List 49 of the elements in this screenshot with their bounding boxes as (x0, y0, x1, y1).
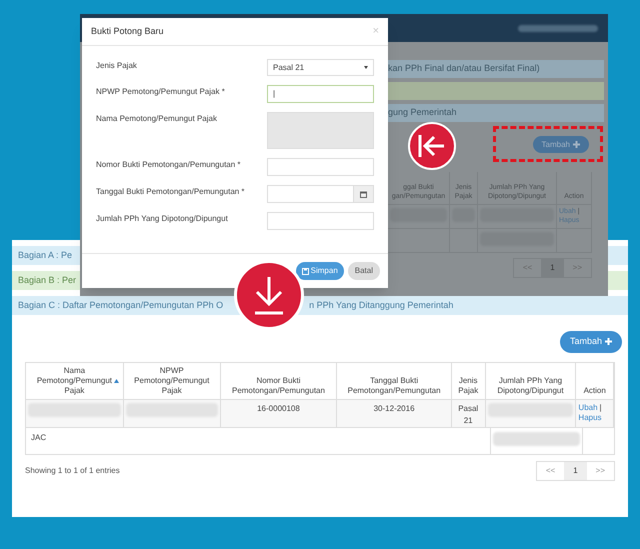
page-button[interactable]: >> (586, 462, 614, 480)
dialog-title: Bukti Potong Baru (91, 24, 164, 38)
section-title: Bagian A : Pe (18, 248, 72, 262)
page-button[interactable]: << (514, 259, 542, 277)
add-button[interactable]: Tambah (532, 136, 589, 153)
input-field[interactable]: | (267, 85, 374, 103)
calendar-button[interactable] (353, 186, 373, 202)
cell-text: 30-12-2016 (374, 402, 415, 414)
delete-link[interactable]: Hapus (578, 412, 602, 422)
add-button[interactable]: Tambah (560, 331, 622, 352)
field-label: Nomor Bukti Pemotongan/Pemungutan * (96, 159, 241, 171)
date-field[interactable] (267, 185, 374, 203)
plus-icon (573, 141, 580, 148)
section-title: n PPh Yang Ditanggung Pemerintah (309, 298, 454, 312)
tax-type-select[interactable]: Pasal 21 (267, 59, 374, 76)
field-label: Nama Pemotong/Pemungut Pajak (96, 113, 217, 125)
section-title: Bagian B : Per (18, 274, 76, 287)
page-button[interactable]: << (536, 462, 564, 480)
field-label: Jenis Pajak (96, 60, 137, 72)
input-field[interactable] (267, 212, 374, 230)
save-button[interactable]: Simpan (296, 262, 344, 280)
section-title: Bagian C : Daftar Pemotongan/Pemungutan PPh O (18, 298, 224, 312)
cancel-button[interactable]: Batal (348, 262, 380, 280)
column-header[interactable]: Nama Pemotong/Pemungut Pajak (26, 362, 124, 398)
column-header[interactable]: NPWP Pemotong/Pemungut Pajak (124, 362, 221, 398)
field-label: Jumlah PPh Yang Dipotong/Dipungut (96, 213, 228, 225)
link-separator: | (600, 402, 602, 412)
save-icon (302, 268, 309, 274)
entries-info: Showing 1 to 1 of 1 entries (25, 464, 120, 476)
input-field[interactable] (267, 158, 374, 176)
page-button[interactable]: 1 (564, 462, 587, 480)
page-button[interactable]: >> (564, 259, 591, 277)
column-header[interactable]: Jumlah PPh Yang Dipotong/Dipungut (486, 362, 576, 398)
field-label: Tanggal Bukti Pemotongan/Pemungutan * (96, 186, 245, 198)
edit-link[interactable]: Ubah (578, 402, 598, 412)
column-header[interactable]: Jenis Pajak (452, 362, 486, 398)
cell-text: Pasal 21 (458, 402, 478, 426)
plus-icon (605, 338, 612, 346)
page-button[interactable]: 1 (541, 259, 564, 277)
calendar-icon (360, 190, 367, 198)
caret-icon (364, 66, 368, 69)
column-header[interactable]: Action (576, 362, 614, 398)
column-header[interactable]: Tanggal Bukti Pemotongan/Pemungutan (337, 362, 452, 398)
cell-text: 16-0000108 (257, 402, 300, 414)
field-label: NPWP Pemotong/Pemungut Pajak * (96, 86, 225, 98)
column-header[interactable]: Nomor Bukti Pemotongan/Pemungutan (220, 362, 338, 398)
section-title: gung Pemerintah (388, 106, 457, 120)
footer-label: JAC (31, 432, 46, 442)
section-title: kan PPh Final dan/atau Bersifat Final) (388, 62, 540, 76)
